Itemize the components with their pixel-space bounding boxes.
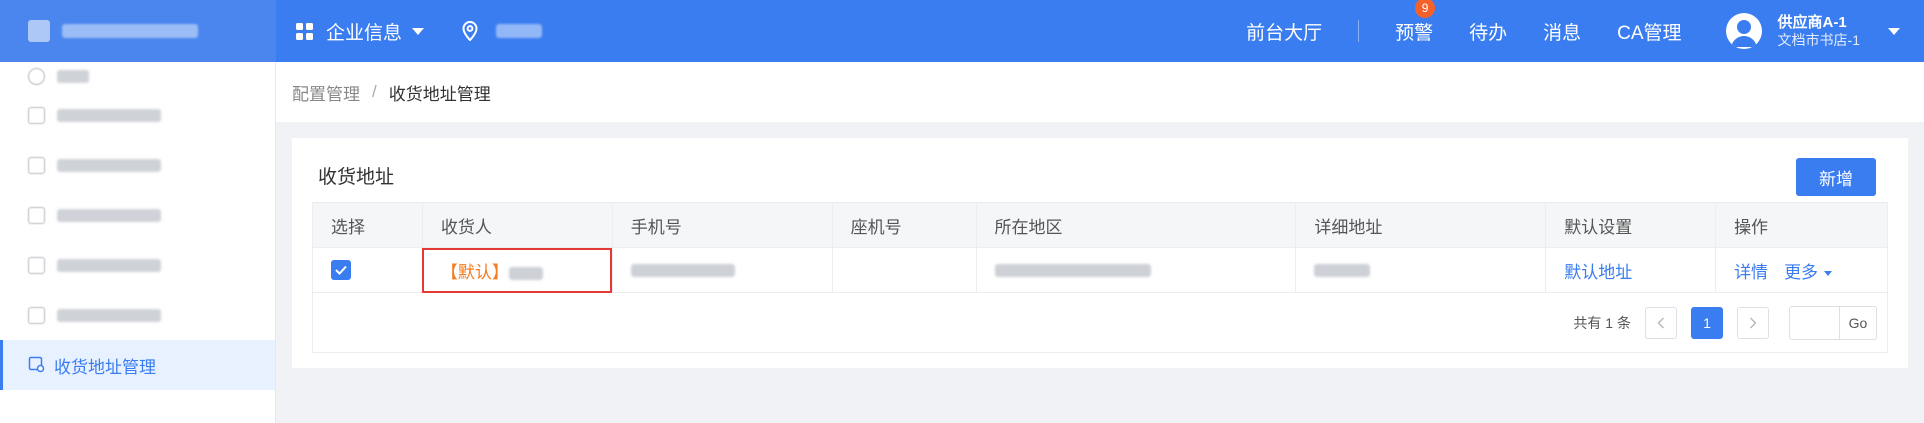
sidebar-item-label [57, 258, 161, 272]
region-cell [975, 247, 1297, 293]
column-header-receiver: 收货人 [421, 202, 613, 248]
column-header-select: 选择 [312, 202, 423, 248]
sidebar-item-address-management[interactable]: 收货地址管理 [0, 340, 275, 390]
table-row: 【默认】 默认地址 详情 更多 [312, 247, 1888, 293]
grid-icon [296, 22, 313, 40]
platform-logo[interactable] [0, 0, 276, 62]
chevron-down-icon [1824, 270, 1833, 276]
breadcrumb-separator: / [372, 82, 377, 101]
address-settings-icon [28, 356, 45, 373]
menu-icon [28, 206, 45, 224]
user-menu[interactable]: 供应商A-1 文档市书店-1 [1725, 13, 1900, 49]
sidebar: 收货地址管理 [0, 62, 276, 423]
nav-divider [1358, 20, 1360, 42]
sidebar-item-label [57, 69, 89, 83]
page-jump-input[interactable] [1789, 305, 1839, 340]
row-checkbox[interactable] [331, 260, 351, 280]
nav-front-hall[interactable]: 前台大厅 [1228, 18, 1340, 45]
sidebar-item-4[interactable] [0, 190, 275, 240]
sidebar-item-label [57, 158, 161, 172]
chevron-down-icon [412, 27, 425, 35]
location-pin-icon [462, 21, 478, 41]
landline-cell [831, 247, 977, 293]
total-count: 共有 1 条 [1573, 314, 1631, 331]
sidebar-item-2[interactable] [0, 90, 275, 140]
checkmark-icon [335, 265, 347, 275]
card-title: 收货地址 [318, 167, 395, 188]
column-header-mobile: 手机号 [611, 202, 833, 248]
go-button[interactable]: Go [1839, 305, 1877, 340]
nav-todo[interactable]: 待办 [1451, 18, 1525, 45]
sidebar-item-3[interactable] [0, 140, 275, 190]
column-header-region: 所在地区 [975, 202, 1297, 248]
menu-icon [28, 156, 45, 174]
platform-logo-icon [28, 20, 50, 42]
address-card: 收货地址 新增 选择 收货人 手机号 座机号 所在地区 详细地址 默认设置 操作 [292, 138, 1908, 368]
table-header-row: 选择 收货人 手机号 座机号 所在地区 详细地址 默认设置 操作 [312, 202, 1888, 248]
sidebar-item-label [57, 308, 161, 322]
chevron-right-icon [1749, 316, 1757, 329]
address-cell [1295, 247, 1547, 293]
sidebar-item-home[interactable] [0, 62, 275, 90]
platform-name [62, 24, 198, 38]
menu-icon [28, 256, 45, 274]
region-value [994, 264, 1151, 278]
breadcrumb: 配置管理 / 收货地址管理 [276, 62, 1924, 122]
warning-count-badge: 9 [1415, 0, 1436, 18]
sidebar-item-label [57, 108, 161, 122]
detail-link[interactable]: 详情 [1734, 263, 1768, 282]
page-jump: Go [1789, 305, 1877, 340]
mobile-cell [611, 247, 833, 293]
sidebar-item-label: 收货地址管理 [54, 357, 156, 377]
receiver-name [508, 266, 543, 280]
apps-menu-label: 企业信息 [326, 22, 403, 44]
user-menu-chevron-icon [1888, 27, 1900, 35]
chevron-left-icon [1657, 316, 1665, 329]
nav-warning[interactable]: 预警 9 [1377, 0, 1451, 45]
home-icon [28, 67, 45, 85]
pagination: 共有 1 条 1 Go [313, 305, 1887, 340]
page-button[interactable]: 1 [1691, 306, 1723, 339]
default-tag: 【默认】 [440, 262, 509, 282]
location-name [496, 24, 542, 38]
pagination-cell: 共有 1 条 1 Go [312, 292, 1888, 353]
user-organization: 文档市书店-1 [1777, 31, 1860, 48]
user-avatar-icon [1730, 20, 1757, 47]
avatar [1725, 13, 1762, 49]
apps-menu[interactable]: 企业信息 [296, 0, 425, 62]
sidebar-item-label [57, 208, 161, 222]
address-value [1314, 264, 1371, 278]
prev-page-button[interactable] [1645, 306, 1677, 339]
select-cell [312, 247, 423, 293]
address-table: 选择 收货人 手机号 座机号 所在地区 详细地址 默认设置 操作 【默认】 默认… [312, 202, 1888, 353]
column-header-default: 默认设置 [1545, 202, 1717, 248]
mobile-value [630, 264, 735, 278]
more-label: 更多 [1784, 262, 1819, 282]
pagination-row: 共有 1 条 1 Go [312, 292, 1888, 353]
breadcrumb-current: 收货地址管理 [388, 84, 491, 104]
menu-icon [28, 306, 45, 324]
more-dropdown[interactable]: 更多 [1784, 262, 1833, 282]
column-header-address: 详细地址 [1295, 202, 1547, 248]
actions-cell: 详情 更多 [1715, 247, 1888, 293]
set-default-link[interactable]: 默认地址 [1564, 263, 1632, 282]
default-setting-cell: 默认地址 [1545, 247, 1717, 293]
sidebar-item-5[interactable] [0, 240, 275, 290]
column-header-actions: 操作 [1715, 202, 1888, 248]
nav-messages[interactable]: 消息 [1525, 18, 1599, 45]
column-header-landline: 座机号 [831, 202, 977, 248]
receiver-cell: 【默认】 [421, 247, 613, 293]
user-name: 供应商A-1 [1777, 13, 1847, 31]
sidebar-item-6[interactable] [0, 290, 275, 340]
menu-icon [28, 106, 45, 124]
breadcrumb-parent[interactable]: 配置管理 [292, 80, 360, 105]
next-page-button[interactable] [1737, 306, 1769, 339]
nav-ca-management[interactable]: CA管理 [1599, 18, 1699, 45]
add-address-button[interactable]: 新增 [1796, 158, 1876, 196]
top-bar: 企业信息 前台大厅 预警 9 待办 消息 CA管理 供应商A-1 文档市书店-1 [0, 0, 1924, 62]
nav-warning-label: 预警 [1395, 22, 1434, 44]
location-selector[interactable] [462, 0, 542, 62]
